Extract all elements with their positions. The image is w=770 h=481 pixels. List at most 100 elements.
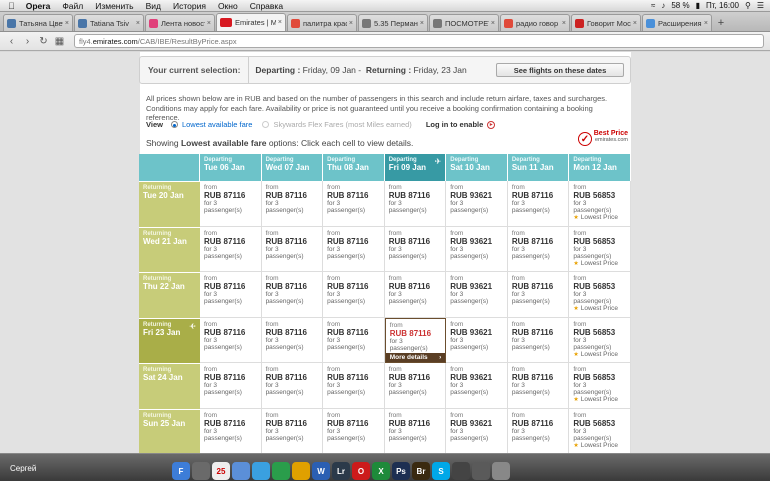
menu-file[interactable]: Файл (56, 1, 89, 11)
fare-cell[interactable]: from RUB 56853 for 3 passenger(s) ★ Lowest P… (569, 226, 631, 272)
fare-cell[interactable]: from RUB 56853 for 3 passenger(s) ★ Lowest P… (569, 317, 631, 363)
fare-cell[interactable]: from RUB 87116 for 3 passenger(s) (200, 272, 262, 318)
departing-column-header[interactable]: Departing Sat 10 Jan (446, 154, 508, 181)
fare-cell[interactable]: from RUB 87116 for 3 passenger(s) (507, 408, 570, 453)
fare-cell[interactable]: from RUB 87116 for 3 passenger(s) (384, 363, 447, 409)
wifi-icon[interactable]: ≈ (651, 1, 655, 10)
fare-cell[interactable]: from RUB 87116 for 3 passenger(s) (384, 272, 447, 318)
menu-opera[interactable]: Opera (20, 1, 57, 11)
battery-percent[interactable]: 58 % (671, 1, 689, 10)
dock-app-icon[interactable]: Ps (392, 462, 410, 480)
dock-app-icon[interactable]: F (172, 462, 190, 480)
close-tab-icon[interactable]: × (562, 20, 566, 27)
fare-cell[interactable]: from RUB 87116 for 3 passenger(s) (261, 181, 324, 227)
close-tab-icon[interactable]: × (420, 20, 424, 27)
fare-cell[interactable]: from RUB 87116 for 3 passenger(s) (323, 408, 385, 453)
dock-app-icon[interactable] (452, 462, 470, 480)
login-arrow-icon[interactable]: ▸ (487, 120, 496, 129)
departing-column-header[interactable]: Departing Wed 07 Jan (261, 154, 324, 181)
browser-tab[interactable]: Татьяна Цвет × (3, 14, 73, 31)
fare-cell[interactable]: from RUB 87116 for 3 passenger(s) (200, 408, 262, 453)
search-icon[interactable]: ⚲ (745, 1, 751, 10)
close-tab-icon[interactable]: × (136, 20, 140, 27)
dock-app-icon[interactable]: Lr (332, 462, 350, 480)
fare-cell[interactable]: from RUB 93621 for 3 passenger(s) (446, 317, 508, 363)
dock-app-icon[interactable]: S (432, 462, 450, 480)
dock-app-icon[interactable] (192, 462, 210, 480)
login-link[interactable]: Log in to enable (426, 120, 484, 129)
browser-tab[interactable]: Говорит Моск × (571, 14, 641, 31)
fare-cell[interactable]: from RUB 87116 for 3 passenger(s) (200, 363, 262, 409)
browser-tab[interactable]: ПОСМОТРЕТ × (429, 14, 499, 31)
fare-cell[interactable]: from RUB 93621 for 3 passenger(s) (446, 272, 508, 318)
more-details-button[interactable]: More details › (385, 353, 446, 362)
clock[interactable]: Пт, 16:00 (706, 1, 739, 10)
fare-cell[interactable]: from RUB 87116 for 3 passenger(s) (507, 363, 570, 409)
browser-tab[interactable]: радио говор × (500, 14, 570, 31)
close-tab-icon[interactable]: × (349, 20, 353, 27)
close-tab-icon[interactable]: × (207, 20, 211, 27)
dock-app-icon[interactable] (492, 462, 510, 480)
dock-app-icon[interactable]: X (372, 462, 390, 480)
fare-cell[interactable]: from RUB 56853 for 3 passenger(s) ★ Lowest P… (569, 408, 631, 453)
fare-cell[interactable]: from RUB 87116 for 3 passenger(s) (323, 272, 385, 318)
fare-cell[interactable]: from RUB 56853 for 3 passenger(s) ★ Lowest P… (569, 181, 631, 227)
menu-window[interactable]: Окно (212, 1, 244, 11)
browser-tab[interactable]: 5.35 Перман × (358, 14, 428, 31)
dock-app-icon[interactable] (292, 462, 310, 480)
dock-app-icon[interactable]: 25 (212, 462, 230, 480)
menu-history[interactable]: История (167, 1, 212, 11)
fare-cell[interactable]: from RUB 87116 for 3 passenger(s) (384, 408, 447, 453)
returning-row-header[interactable]: Returning Wed 21 Jan (139, 226, 200, 272)
forward-icon[interactable]: › (22, 36, 33, 47)
new-tab-icon[interactable]: + (715, 16, 727, 30)
fare-cell[interactable]: from RUB 87116 for 3 passenger(s) (323, 317, 385, 363)
close-tab-icon[interactable]: × (633, 20, 637, 27)
browser-tab[interactable]: Расширения × (642, 14, 712, 31)
fare-cell[interactable]: from RUB 87116 for 3 passenger(s) (200, 317, 262, 363)
returning-row-header[interactable]: Returning Thu 22 Jan (139, 272, 200, 318)
fare-cell[interactable]: from RUB 93621 for 3 passenger(s) (446, 363, 508, 409)
returning-row-header[interactable]: Returning Sat 24 Jan (139, 363, 200, 409)
dock-app-icon[interactable]: O (352, 462, 370, 480)
fare-cell[interactable]: from RUB 87116 for 3 passenger(s) (200, 181, 262, 227)
departing-column-header[interactable]: Departing Mon 12 Jan (569, 154, 631, 181)
browser-tab[interactable]: палитра крас × (287, 14, 357, 31)
fare-cell[interactable]: from RUB 87116 for 3 passenger(s) (261, 226, 324, 272)
fare-cell[interactable]: from RUB 56853 for 3 passenger(s) ★ Lowest P… (569, 363, 631, 409)
dock-app-icon[interactable]: Br (412, 462, 430, 480)
dock-app-icon[interactable] (232, 462, 250, 480)
fare-cell[interactable]: from RUB 87116 for 3 passenger(s) (323, 226, 385, 272)
fare-cell[interactable]: from RUB 56853 for 3 passenger(s) ★ Lowest P… (569, 272, 631, 318)
browser-tab[interactable]: Лента новост × (145, 14, 215, 31)
volume-icon[interactable]: ♪ (661, 1, 665, 10)
fare-cell[interactable]: from RUB 87116 for 3 passenger(s) (261, 408, 324, 453)
lowest-fare-label[interactable]: Lowest available fare (182, 120, 252, 129)
dock-app-icon[interactable]: W (312, 462, 330, 480)
list-icon[interactable]: ☰ (757, 1, 764, 10)
reload-icon[interactable]: ↻ (38, 36, 49, 47)
close-tab-icon[interactable]: × (65, 20, 69, 27)
menu-view[interactable]: Вид (140, 1, 167, 11)
fare-cell[interactable]: from RUB 87116 for 3 passenger(s) (384, 181, 447, 227)
dock-app-icon[interactable] (472, 462, 490, 480)
departing-column-header[interactable]: Departing Fri 09 Jan ✈ (384, 154, 447, 181)
menu-edit[interactable]: Изменить (89, 1, 139, 11)
dock-app-icon[interactable] (252, 462, 270, 480)
fare-cell[interactable]: from RUB 87116 for 3 passenger(s) More deta… (384, 317, 447, 363)
menu-help[interactable]: Справка (244, 1, 289, 11)
fare-cell[interactable]: from RUB 87116 for 3 passenger(s) (507, 272, 570, 318)
fare-cell[interactable]: from RUB 87116 for 3 passenger(s) (323, 363, 385, 409)
fare-cell[interactable]: from RUB 87116 for 3 passenger(s) (507, 181, 570, 227)
close-tab-icon[interactable]: × (704, 20, 708, 27)
close-tab-icon[interactable]: × (491, 20, 495, 27)
url-input[interactable]: fly4. emirates.com/CAB/IBE/ResultByPrice.… (74, 34, 764, 48)
browser-tab[interactable]: Tatiana Tsiv × (74, 14, 144, 31)
fare-cell[interactable]: from RUB 87116 for 3 passenger(s) (261, 272, 324, 318)
fare-cell[interactable]: from RUB 87116 for 3 passenger(s) (261, 317, 324, 363)
fare-cell[interactable]: from RUB 93621 for 3 passenger(s) (446, 408, 508, 453)
departing-column-header[interactable]: Departing Tue 06 Jan (200, 154, 262, 181)
back-icon[interactable]: ‹ (6, 36, 17, 47)
speed-dial-icon[interactable]: ▦ (54, 36, 65, 47)
fare-cell[interactable]: from RUB 87116 for 3 passenger(s) (323, 181, 385, 227)
